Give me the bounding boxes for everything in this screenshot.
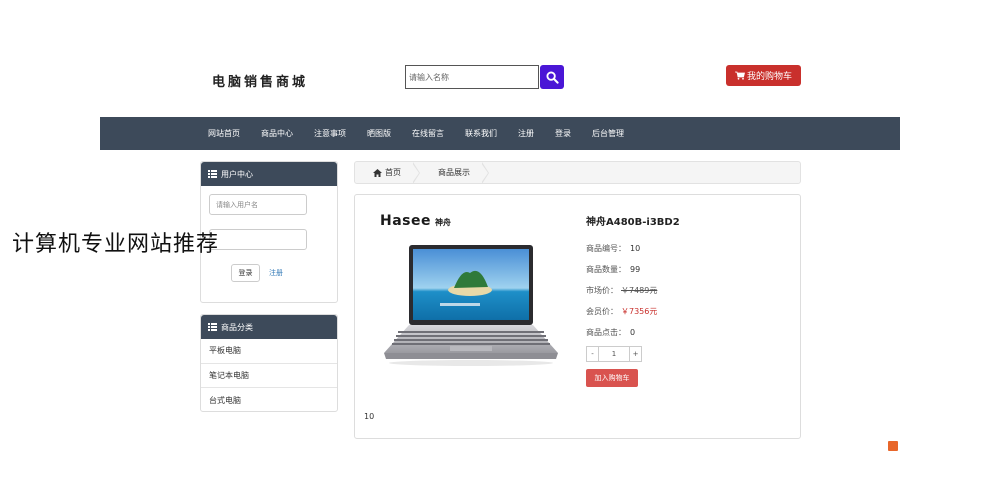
member-price-value: ￥7356元 xyxy=(621,307,658,316)
laptop-image xyxy=(384,245,558,366)
home-icon xyxy=(373,168,382,177)
product-qty-row: 商品数量： 99 xyxy=(586,259,680,280)
nav-item-notices[interactable]: 注意事项 xyxy=(314,128,346,139)
product-title: 神舟A480B-i3BD2 xyxy=(586,217,680,228)
nav-item-messages[interactable]: 在线留言 xyxy=(412,128,444,139)
product-qty-label: 商品数量： xyxy=(586,265,626,274)
product-clicks-label: 商品点击： xyxy=(586,328,626,337)
search-input[interactable] xyxy=(405,65,539,89)
category-header: 商品分类 xyxy=(201,315,337,339)
product-number-label: 商品编号： xyxy=(586,244,626,253)
nav-item-gallery[interactable]: 晒图版 xyxy=(367,128,391,139)
product-clicks-value: 0 xyxy=(630,328,636,337)
market-price-label: 市场价： xyxy=(586,286,618,295)
search-icon xyxy=(545,70,559,84)
user-center-title: 用户中心 xyxy=(221,169,253,179)
nav-item-home[interactable]: 网站首页 xyxy=(208,128,240,139)
nav-item-contact[interactable]: 联系我们 xyxy=(465,128,497,139)
product-number-row: 商品编号： 10 xyxy=(586,238,680,259)
list-icon xyxy=(208,323,217,331)
user-center-panel: 用户中心 登录 注册 xyxy=(200,161,338,303)
register-link[interactable]: 注册 xyxy=(269,268,283,278)
brand-name-en: Hasee xyxy=(380,213,431,229)
product-info: 神舟A480B-i3BD2 商品编号： 10 商品数量： 99 市场价： ￥74… xyxy=(586,213,680,387)
market-price-value: ￥7489元 xyxy=(621,286,658,295)
category-item-tablet[interactable]: 平板电脑 xyxy=(201,339,337,364)
quantity-increment-button[interactable]: + xyxy=(629,346,642,362)
breadcrumb: 首页 商品展示 xyxy=(354,161,801,184)
breadcrumb-home[interactable]: 首页 xyxy=(355,162,413,183)
quantity-decrement-button[interactable]: - xyxy=(586,346,599,362)
list-icon xyxy=(208,170,217,178)
quantity-input[interactable]: 1 xyxy=(599,346,629,362)
member-price-row: 会员价： ￥7356元 xyxy=(586,301,680,322)
brand-logo: Hasee 神舟 xyxy=(380,213,451,229)
breadcrumb-current-label: 商品展示 xyxy=(438,168,470,177)
category-title: 商品分类 xyxy=(221,322,253,332)
nav-item-products[interactable]: 商品中心 xyxy=(261,128,293,139)
password-input[interactable] xyxy=(209,229,307,250)
my-cart-button[interactable]: 我的购物车 xyxy=(726,65,801,86)
category-item-laptop[interactable]: 笔记本电脑 xyxy=(201,364,337,388)
category-panel: 商品分类 平板电脑 笔记本电脑 台式电脑 xyxy=(200,314,338,412)
category-item-desktop[interactable]: 台式电脑 xyxy=(201,388,337,413)
product-clicks-row: 商品点击： 0 xyxy=(586,322,680,343)
brand-name-cn: 神舟 xyxy=(435,218,451,227)
login-button[interactable]: 登录 xyxy=(231,264,260,282)
username-input[interactable] xyxy=(209,194,307,215)
nav-item-admin[interactable]: 后台管理 xyxy=(592,128,624,139)
breadcrumb-separator xyxy=(481,161,489,184)
main-nav: 网站首页 商品中心 注意事项 晒图版 在线留言 联系我们 注册 登录 后台管理 xyxy=(100,117,900,150)
search-button[interactable] xyxy=(540,65,564,89)
site-title: 电脑销售商城 xyxy=(212,75,309,90)
user-center-header: 用户中心 xyxy=(201,162,337,186)
quantity-stepper: - 1 + xyxy=(586,346,680,362)
add-to-cart-button[interactable]: 加入购物车 xyxy=(586,369,638,387)
product-footer-number: 10 xyxy=(364,412,375,421)
header: 电脑销售商城 我的购物车 xyxy=(0,0,1000,117)
breadcrumb-home-label: 首页 xyxy=(385,168,401,177)
breadcrumb-current: 商品展示 xyxy=(420,162,482,183)
product-qty-value: 99 xyxy=(630,265,641,274)
nav-item-login[interactable]: 登录 xyxy=(555,128,571,139)
cart-icon xyxy=(734,71,745,80)
product-number-value: 10 xyxy=(630,244,641,253)
nav-item-register[interactable]: 注册 xyxy=(518,128,534,139)
overlay-caption: 计算机专业网站推荐 xyxy=(12,232,220,257)
floating-widget-icon[interactable] xyxy=(888,441,898,451)
market-price-row: 市场价： ￥7489元 xyxy=(586,280,680,301)
breadcrumb-separator xyxy=(412,161,420,184)
my-cart-label: 我的购物车 xyxy=(746,72,792,82)
member-price-label: 会员价： xyxy=(586,307,618,316)
product-detail: Hasee 神舟 10 神舟A480B-i3BD2 商品编号： 10 商品数量：… xyxy=(354,194,801,439)
